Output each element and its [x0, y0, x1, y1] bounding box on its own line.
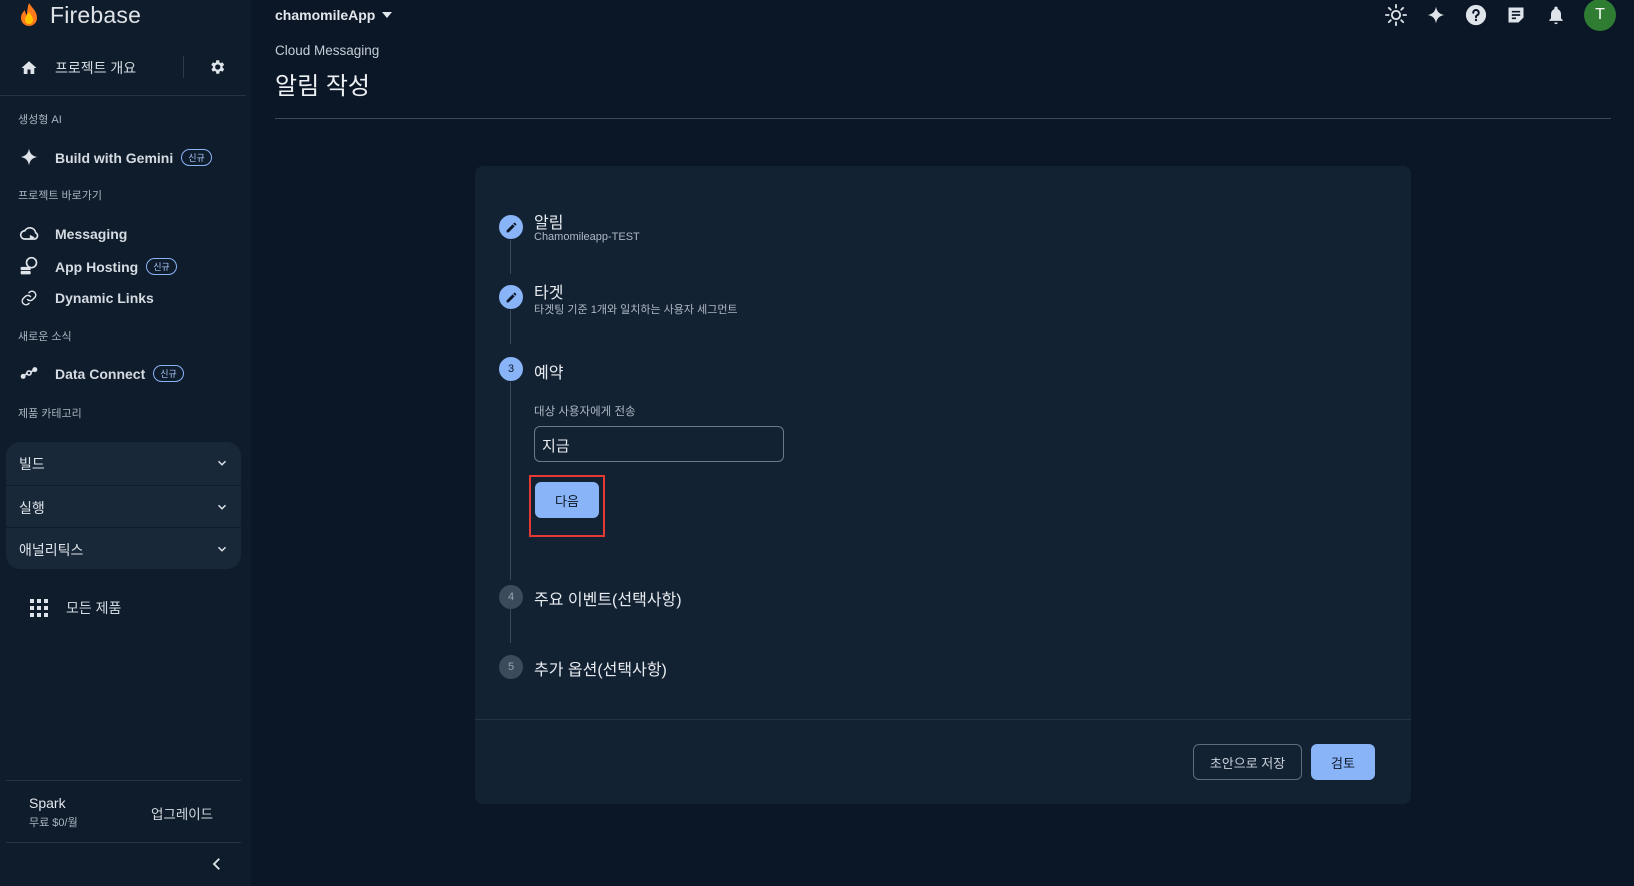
- step-connector: [510, 609, 511, 643]
- breadcrumb[interactable]: Cloud Messaging: [275, 43, 379, 58]
- step-connector: [510, 310, 511, 344]
- step-2-title: 타겟: [534, 285, 564, 302]
- chevron-down-icon: [217, 460, 227, 466]
- grid-icon: [28, 597, 50, 619]
- category-label: 빌드: [19, 456, 45, 472]
- data-connect-icon: [18, 362, 40, 384]
- collapse-sidebar-button[interactable]: [208, 855, 226, 873]
- divider: [6, 842, 241, 843]
- schedule-field-label: 대상 사용자에게 전송: [534, 406, 636, 418]
- avatar[interactable]: T: [1584, 0, 1616, 31]
- category-group: 빌드 실행 애널리틱스: [6, 442, 241, 569]
- sidebar-item-gemini[interactable]: Build with Gemini 신규: [0, 145, 240, 169]
- section-label-categories: 제품 카테고리: [18, 408, 82, 420]
- plan-price: 무료 $0/월: [29, 817, 78, 829]
- step-4-title[interactable]: 주요 이벤트(선택사항): [534, 586, 682, 610]
- step-2-subtitle: 타겟팅 기준 1개와 일치하는 사용자 세그먼트: [534, 304, 738, 316]
- section-label-genai: 생성형 AI: [18, 114, 62, 126]
- sidebar-item-dynamic-links[interactable]: Dynamic Links: [0, 286, 240, 310]
- step-5-indicator: 5: [499, 655, 523, 679]
- pencil-icon: [506, 222, 516, 232]
- help-icon: [1465, 4, 1487, 26]
- sparkle-icon: [1427, 6, 1445, 24]
- category-build[interactable]: 빌드: [6, 442, 241, 484]
- sidebar-item-label: Data Connect 신규: [55, 364, 184, 382]
- link-icon: [18, 287, 40, 309]
- step-connector: [510, 382, 511, 580]
- data-connect-label: Data Connect: [55, 365, 146, 382]
- step-3-title: 예약: [534, 365, 564, 382]
- all-products-link[interactable]: 모든 제품: [0, 596, 200, 620]
- step-4-indicator: 4: [499, 585, 523, 609]
- category-label: 애널리틱스: [19, 542, 84, 558]
- brand-name: Firebase: [50, 1, 142, 28]
- schedule-select[interactable]: 지금: [534, 426, 784, 462]
- sidebar-item-data-connect[interactable]: Data Connect 신규: [0, 361, 240, 385]
- app-hosting-label: App Hosting: [55, 258, 139, 275]
- chevron-left-icon: [212, 858, 220, 870]
- new-badge: 신규: [146, 257, 177, 275]
- sidebar-item-messaging[interactable]: Messaging: [0, 222, 240, 246]
- divider: [475, 719, 1411, 720]
- firebase-flame-icon: [21, 3, 37, 26]
- section-label-news: 새로운 소식: [18, 331, 72, 343]
- caret-down-icon: [382, 12, 393, 18]
- chevron-down-icon: [217, 546, 227, 552]
- pencil-icon: [506, 292, 516, 302]
- release-notes-button[interactable]: [1504, 3, 1528, 27]
- step-5-title[interactable]: 추가 옵션(선택사항): [534, 656, 667, 680]
- settings-button[interactable]: [206, 56, 228, 78]
- upgrade-button[interactable]: 업그레이드: [151, 803, 213, 823]
- sidebar-item-app-hosting[interactable]: App Hosting 신규: [0, 254, 240, 278]
- review-button[interactable]: 검토: [1311, 744, 1375, 780]
- save-draft-button[interactable]: 초안으로 저장: [1193, 744, 1302, 780]
- plan-name: Spark: [29, 795, 66, 811]
- sparkle-icon: [18, 146, 40, 168]
- step-1-subtitle: Chamomileapp-TEST: [534, 231, 640, 243]
- cloud-messaging-icon: [18, 223, 40, 245]
- step-1-title: 알림: [534, 215, 564, 232]
- top-toolbar: T: [1384, 0, 1616, 31]
- sidebar-item-label: Messaging: [55, 226, 128, 242]
- app-hosting-icon: [18, 255, 40, 277]
- step-3-indicator: 3: [499, 357, 523, 381]
- sidebar-item-label: App Hosting 신규: [55, 257, 177, 275]
- bell-icon: [1549, 6, 1563, 25]
- gemini-button[interactable]: [1424, 3, 1448, 27]
- section-label-shortcuts: 프로젝트 바로가기: [18, 190, 103, 202]
- all-products-label: 모든 제품: [66, 600, 122, 616]
- page-title: 알림 작성: [275, 73, 370, 100]
- new-badge: 신규: [153, 364, 184, 382]
- step-1-edit-button[interactable]: [499, 215, 523, 239]
- divider: [6, 780, 241, 781]
- sidebar-item-label: Build with Gemini 신규: [55, 148, 212, 166]
- divider: [0, 95, 246, 96]
- project-switcher[interactable]: chamomileApp: [275, 7, 393, 23]
- notes-icon: [1508, 7, 1524, 23]
- home-icon: [18, 57, 40, 79]
- gemini-label: Build with Gemini: [55, 149, 174, 166]
- new-badge: 신규: [181, 148, 212, 166]
- firebase-logo[interactable]: Firebase: [18, 0, 141, 30]
- category-analytics[interactable]: 애널리틱스: [6, 527, 241, 569]
- sidebar-item-overview[interactable]: 프로젝트 개요: [0, 56, 185, 80]
- sidebar-item-label: Dynamic Links: [55, 290, 154, 306]
- next-button[interactable]: 다음: [535, 482, 599, 518]
- divider: [183, 56, 184, 78]
- gear-icon: [211, 60, 225, 74]
- project-name: chamomileApp: [275, 7, 376, 23]
- help-button[interactable]: [1464, 3, 1488, 27]
- compose-notification-card: 알림 Chamomileapp-TEST 타겟 타겟팅 기준 1개와 일치하는 …: [475, 166, 1411, 804]
- sidebar: Firebase 프로젝트 개요 생성형 AI Build with Gemin…: [0, 0, 251, 886]
- chevron-down-icon: [217, 504, 227, 510]
- step-connector: [510, 240, 511, 274]
- category-run[interactable]: 실행: [6, 485, 241, 527]
- sidebar-item-label: 프로젝트 개요: [55, 60, 137, 76]
- notifications-button[interactable]: [1544, 3, 1568, 27]
- theme-toggle-button[interactable]: [1384, 3, 1408, 27]
- divider: [275, 118, 1611, 119]
- category-label: 실행: [19, 500, 45, 516]
- step-2-edit-button[interactable]: [499, 285, 523, 309]
- sun-icon: [1385, 4, 1407, 26]
